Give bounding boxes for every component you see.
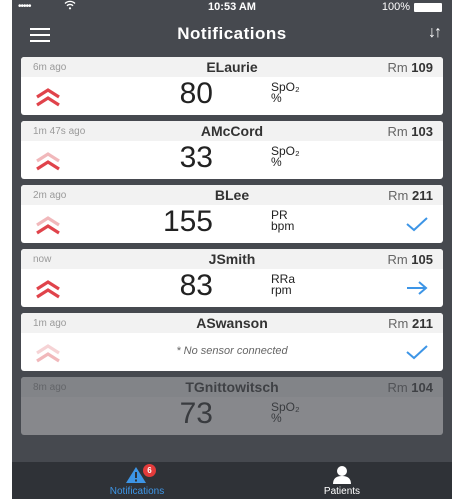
vital-unit: SpO₂% (271, 144, 300, 169)
tab-notifications-label: Notifications (109, 486, 165, 497)
patient-name: TGnittowitsch (185, 379, 279, 395)
room-number: Rm 103 (387, 124, 433, 139)
patient-name: ASwanson (196, 315, 268, 331)
room-number: Rm 211 (388, 316, 433, 331)
room-number: Rm 105 (387, 252, 433, 267)
page-title: Notifications (177, 24, 287, 43)
patient-name: ELaurie (206, 59, 258, 75)
chevron-up-red-icon (36, 216, 60, 235)
chevron-up-red-icon (36, 152, 60, 171)
chevron-up-red-icon (36, 280, 60, 299)
notification-card[interactable]: now JSmith Rm 105 83 RRa rpm (21, 249, 443, 307)
vital-unit: PR bpm (271, 208, 295, 233)
vital-unit: RRa rpm (271, 272, 296, 297)
notification-card[interactable]: 1m ago ASwanson Rm 211 * No sensor conne… (21, 313, 443, 371)
notification-card[interactable]: 6m ago ELaurie Rm 109 80 SpO₂% (21, 57, 443, 115)
sort-icon[interactable]: ↓↑ (428, 24, 442, 42)
room-number: Rm 109 (387, 60, 433, 75)
arrow-right-icon[interactable] (405, 279, 429, 297)
tab-patients[interactable]: Patients (262, 462, 422, 499)
chevron-up-red-icon (36, 88, 60, 107)
checkmark-icon[interactable] (405, 343, 429, 361)
vital-value: 83 (179, 269, 213, 302)
phone-screen: ••••• 10:53 AM 100% Notifications ↓↑ 6m … (12, 0, 452, 499)
vital-value: 155 (162, 205, 213, 238)
tab-bar: 6 Notifications Patients (12, 462, 452, 499)
tab-notifications[interactable]: 6 Notifications (57, 462, 217, 499)
vital-value: 80 (179, 77, 213, 110)
notification-card[interactable]: 2m ago BLee Rm 211 155 PR bpm (21, 185, 443, 243)
person-icon (333, 466, 351, 484)
vital-value: 33 (179, 141, 213, 174)
vital-unit: SpO₂% (271, 80, 300, 105)
patient-name: BLee (214, 187, 250, 203)
battery-icon (414, 3, 442, 12)
notification-card[interactable]: 1m 47s ago AMcCord Rm 103 33 SpO₂% (21, 121, 443, 179)
status-bar: ••••• 10:53 AM 100% (12, 0, 452, 14)
room-number: Rm 104 (387, 380, 433, 395)
no-sensor-note: * No sensor connected (176, 345, 288, 357)
vital-value: 73 (179, 397, 213, 430)
patient-name: AMcCord (200, 123, 264, 139)
checkmark-icon[interactable] (405, 215, 429, 233)
tab-patients-label: Patients (323, 486, 361, 497)
notification-card[interactable]: 8m ago TGnittowitsch Rm 104 73 SpO₂% (21, 377, 443, 435)
room-number: Rm 211 (388, 188, 433, 203)
vital-unit: SpO₂% (271, 400, 300, 425)
patient-name: JSmith (208, 251, 256, 267)
battery-percent: 100% (381, 1, 410, 13)
notification-count-badge: 6 (143, 464, 156, 477)
nav-bar: Notifications ↓↑ (12, 14, 452, 54)
